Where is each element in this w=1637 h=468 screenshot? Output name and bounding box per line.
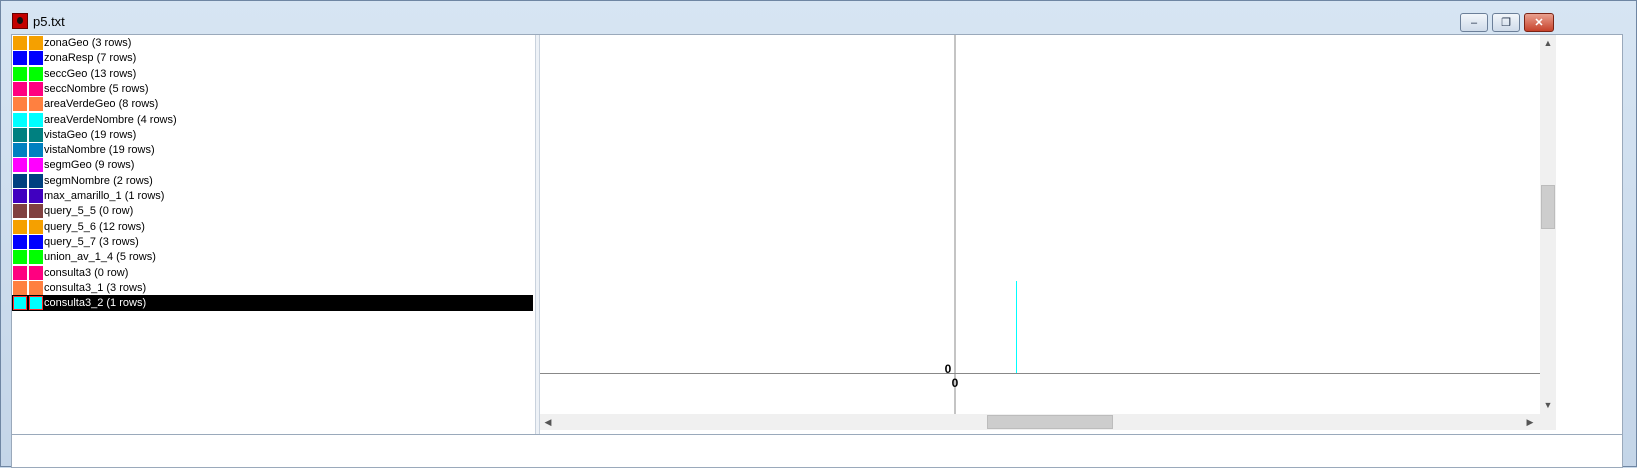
layer-color-swatch[interactable] [13, 189, 27, 203]
layer-label: consulta3 (0 row) [44, 266, 129, 279]
layer-color-swatch[interactable] [13, 234, 27, 249]
layer-item[interactable]: consulta3_1 (3 rows) [12, 280, 533, 296]
layer-label: areaVerdeNombre (4 rows) [44, 113, 177, 126]
layer-color-swatch[interactable] [13, 204, 27, 219]
layer-color-swatch[interactable] [13, 66, 27, 81]
layer-label: zonaGeo (3 rows) [44, 37, 132, 49]
layer-label: query_5_5 (0 row) [44, 205, 134, 218]
map-canvas[interactable]: 0 0 [540, 35, 1540, 414]
scroll-up-icon[interactable]: ▲ [1540, 35, 1556, 51]
layer-color-swatch[interactable] [13, 173, 27, 188]
layer-style-swatch[interactable] [29, 97, 43, 112]
layer-item[interactable]: seccGeo (13 rows) [12, 66, 533, 82]
layer-style-swatch[interactable] [29, 189, 43, 203]
main-window: p5.txt – ❐ ✕ zonaGeo (3 rows) zonaResp (7… [0, 0, 1637, 468]
layer-item[interactable]: query_5_5 (0 row) [12, 203, 533, 219]
layer-color-swatch[interactable] [13, 265, 27, 280]
scroll-corner [1540, 414, 1556, 430]
layer-color-swatch[interactable] [13, 97, 27, 112]
layer-color-swatch[interactable] [13, 81, 27, 96]
layer-style-swatch[interactable] [29, 127, 43, 142]
layer-label: segmNombre (2 rows) [44, 174, 153, 187]
layer-item[interactable]: vistaGeo (19 rows) [12, 127, 533, 143]
layer-item[interactable]: consulta3_2 (1 rows) [12, 295, 533, 312]
title-bar[interactable]: p5.txt – ❐ ✕ [1, 1, 1636, 35]
layer-color-swatch[interactable] [13, 280, 27, 295]
layer-style-swatch[interactable] [29, 143, 43, 158]
layer-label: seccNombre (5 rows) [44, 82, 149, 95]
layer-style-swatch[interactable] [29, 51, 43, 66]
layer-style-swatch[interactable] [29, 219, 43, 234]
layer-style-swatch[interactable] [29, 158, 43, 173]
horizontal-scrollbar[interactable]: ◀ ▶ [540, 414, 1540, 430]
layer-label: union_av_1_4 (5 rows) [44, 251, 156, 264]
layer-item[interactable]: query_5_6 (12 rows) [12, 219, 533, 235]
layer-style-swatch[interactable] [29, 173, 43, 188]
scroll-right-icon[interactable]: ▶ [1522, 414, 1538, 430]
layer-label: seccGeo (13 rows) [44, 67, 137, 80]
layer-color-swatch[interactable] [13, 219, 27, 234]
layer-label: segmGeo (9 rows) [44, 159, 135, 172]
layer-style-swatch[interactable] [29, 234, 43, 249]
layer-label: vistaGeo (19 rows) [44, 128, 137, 141]
layer-style-swatch[interactable] [29, 250, 43, 265]
minimize-button[interactable]: – [1460, 13, 1488, 32]
layer-color-swatch[interactable] [13, 127, 27, 142]
scroll-down-icon[interactable]: ▼ [1540, 397, 1556, 413]
layer-color-swatch[interactable] [13, 158, 27, 173]
layer-list[interactable]: zonaGeo (3 rows) zonaResp (7 rows) seccGeo… [12, 35, 535, 448]
layer-label: query_5_7 (3 rows) [44, 235, 139, 248]
layer-label: vistaNombre (19 rows) [44, 144, 155, 157]
scroll-left-icon[interactable]: ◀ [540, 414, 556, 430]
layer-color-swatch[interactable] [13, 250, 27, 265]
layer-item[interactable]: query_5_7 (3 rows) [12, 234, 533, 250]
chart-svg: 0 0 [540, 35, 1540, 414]
layer-color-swatch[interactable] [13, 296, 27, 311]
layer-color-swatch[interactable] [13, 143, 27, 158]
layer-label: zonaResp (7 rows) [44, 52, 137, 65]
layer-style-swatch[interactable] [29, 81, 43, 96]
layer-item[interactable]: union_av_1_4 (5 rows) [12, 249, 533, 265]
y-tick-label: 0 [945, 362, 952, 376]
close-button[interactable]: ✕ [1524, 13, 1554, 32]
app-icon [12, 13, 28, 29]
vertical-scroll-thumb[interactable] [1541, 185, 1555, 229]
vertical-scrollbar[interactable]: ▲ ▼ [1540, 35, 1556, 430]
layer-label: consulta3_2 (1 rows) [44, 297, 147, 310]
layer-item[interactable]: seccNombre (5 rows) [12, 81, 533, 97]
layer-style-swatch[interactable] [29, 296, 43, 311]
client-area: zonaGeo (3 rows) zonaResp (7 rows) seccGeo… [11, 34, 1623, 449]
horizontal-scroll-thumb[interactable] [987, 415, 1113, 429]
status-bar [11, 434, 1623, 468]
layer-style-swatch[interactable] [29, 66, 43, 81]
layer-item[interactable]: zonaResp (7 rows) [12, 50, 533, 66]
layer-item[interactable]: areaVerdeGeo (8 rows) [12, 96, 533, 112]
layer-label: areaVerdeGeo (8 rows) [44, 98, 159, 111]
window-title: p5.txt [33, 14, 65, 29]
layer-style-swatch[interactable] [29, 265, 43, 280]
layer-color-swatch[interactable] [13, 51, 27, 66]
restore-button[interactable]: ❐ [1492, 13, 1520, 32]
layer-style-swatch[interactable] [29, 36, 43, 50]
layer-item[interactable]: areaVerdeNombre (4 rows) [12, 112, 533, 128]
x-tick-label: 0 [952, 376, 959, 390]
layer-style-swatch[interactable] [29, 280, 43, 295]
layer-item[interactable]: consulta3 (0 row) [12, 265, 533, 281]
layer-label: consulta3_1 (3 rows) [44, 281, 147, 294]
layer-item[interactable]: segmNombre (2 rows) [12, 173, 533, 189]
layer-item[interactable]: max_amarillo_1 (1 rows) [12, 188, 533, 204]
layer-item[interactable]: vistaNombre (19 rows) [12, 142, 533, 158]
layer-item[interactable]: zonaGeo (3 rows) [12, 35, 533, 51]
layer-label: query_5_6 (12 rows) [44, 220, 145, 233]
layer-style-swatch[interactable] [29, 204, 43, 219]
layer-label: max_amarillo_1 (1 rows) [44, 190, 165, 202]
layer-color-swatch[interactable] [13, 36, 27, 50]
layer-style-swatch[interactable] [29, 112, 43, 127]
layer-color-swatch[interactable] [13, 112, 27, 127]
layer-item[interactable]: segmGeo (9 rows) [12, 157, 533, 173]
